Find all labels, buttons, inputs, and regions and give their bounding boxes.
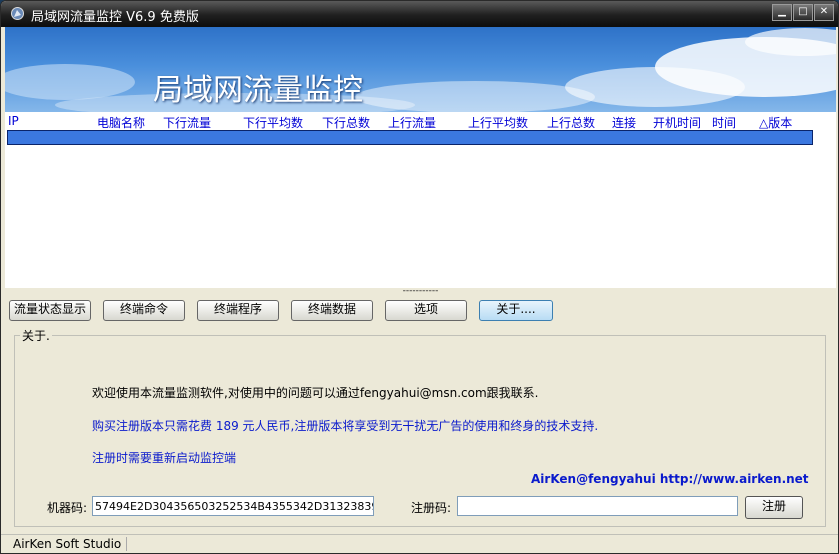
welcome-text: 欢迎使用本流量监测软件,对使用中的问题可以通过fengyahui@msn.com…: [92, 386, 539, 400]
purchase-text: 购买注册版本只需花费 189 元人民币,注册版本将享受到无干扰无广告的使用和终身…: [92, 419, 599, 433]
column-header-download-total[interactable]: 下行总数: [322, 114, 370, 131]
column-header-download-rate[interactable]: 下行流量: [163, 114, 211, 131]
splitter-handle[interactable]: -----------: [5, 287, 836, 296]
status-separator: [126, 537, 127, 551]
maximize-button[interactable]: □: [793, 4, 813, 21]
column-header-upload-total[interactable]: 上行总数: [547, 114, 595, 131]
title-bar[interactable]: 局域网流量监控 V6.9 免费版 ▁ □ ✕: [1, 1, 838, 27]
about-groupbox-legend: 关于.: [20, 327, 52, 344]
traffic-list[interactable]: IP 电脑名称 下行流量 下行平均数 下行总数 上行流量 上行平均数 上行总数 …: [5, 112, 836, 288]
status-bar: AirKen Soft Studio: [1, 534, 838, 553]
column-header-upload-rate[interactable]: 上行流量: [388, 114, 436, 131]
app-window: 局域网流量监控 V6.9 免费版 ▁ □ ✕ 局域网流量监控 IP 电脑名称 下…: [0, 0, 839, 554]
minimize-button[interactable]: ▁: [772, 4, 792, 21]
about-button[interactable]: 关于....: [479, 300, 553, 321]
terminal-data-button[interactable]: 终端数据: [291, 300, 373, 321]
banner-title: 局域网流量监控: [153, 73, 363, 108]
author-signature: AirKen@fengyahui http://www.airken.net: [531, 472, 809, 486]
column-header-time[interactable]: 时间: [712, 114, 736, 131]
status-text: AirKen Soft Studio: [13, 537, 122, 551]
list-header: IP 电脑名称 下行流量 下行平均数 下行总数 上行流量 上行平均数 上行总数 …: [5, 112, 836, 130]
column-header-connections[interactable]: 连接: [612, 114, 636, 131]
column-header-version[interactable]: △版本: [759, 114, 792, 131]
close-button[interactable]: ✕: [814, 4, 834, 21]
app-icon: [11, 7, 24, 20]
column-header-ip[interactable]: IP: [8, 114, 19, 128]
selected-row[interactable]: [7, 130, 813, 145]
machine-code-field[interactable]: 57494E2D304356503252534B4355342D31323839…: [92, 496, 374, 516]
options-button[interactable]: 选项: [385, 300, 467, 321]
machine-code-label: 机器码:: [47, 501, 88, 515]
window-title: 局域网流量监控 V6.9 免费版: [31, 10, 199, 25]
registration-code-input[interactable]: [457, 496, 738, 516]
terminal-program-button[interactable]: 终端程序: [197, 300, 279, 321]
restart-notice: 注册时需要重新启动监控端: [92, 451, 237, 465]
banner: 局域网流量监控: [5, 27, 836, 113]
cloud-graphic: [5, 28, 836, 113]
column-header-computer-name[interactable]: 电脑名称: [97, 114, 145, 131]
register-button[interactable]: 注册: [745, 496, 803, 519]
column-header-download-avg[interactable]: 下行平均数: [243, 114, 303, 131]
registration-code-label: 注册码:: [411, 501, 452, 515]
column-header-boot-time[interactable]: 开机时间: [653, 114, 701, 131]
terminal-command-button[interactable]: 终端命令: [103, 300, 185, 321]
column-header-upload-avg[interactable]: 上行平均数: [468, 114, 528, 131]
window-controls: ▁ □ ✕: [772, 4, 834, 21]
traffic-status-button[interactable]: 流量状态显示: [9, 300, 91, 321]
